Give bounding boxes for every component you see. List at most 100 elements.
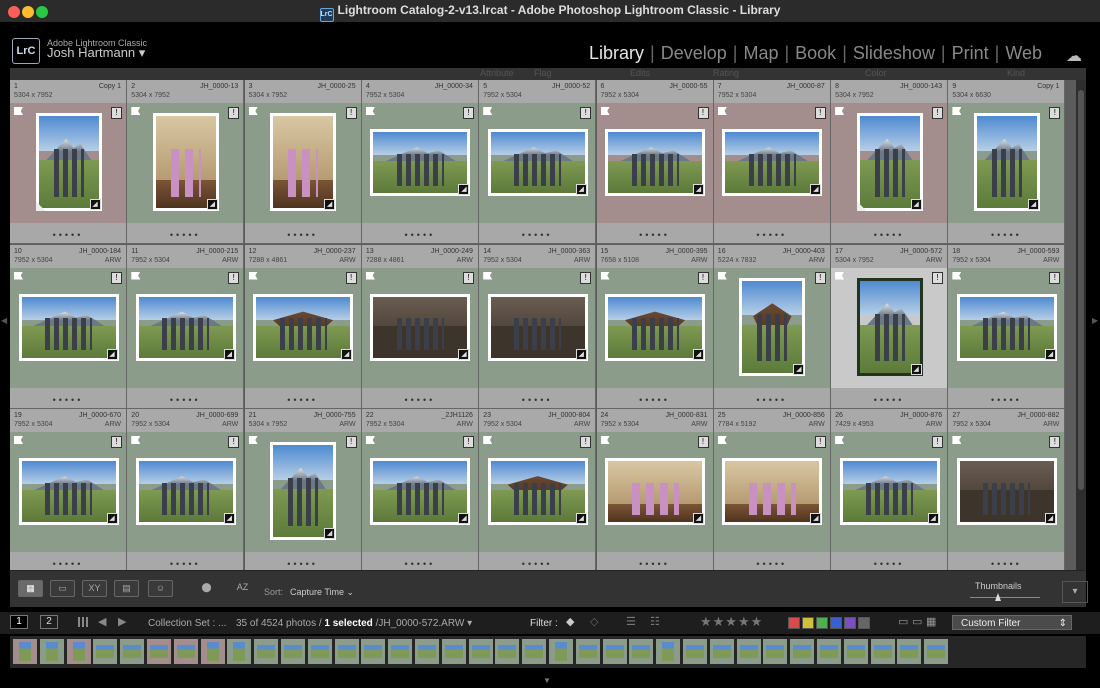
filmstrip-thumbnail[interactable] bbox=[147, 639, 171, 664]
filter-kind[interactable]: Kind bbox=[1007, 68, 1025, 78]
thumbnail-size-slider[interactable] bbox=[970, 597, 1040, 598]
filmstrip-thumbnail[interactable] bbox=[39, 639, 64, 664]
grid-cell[interactable]: 18 JH_0000-593 7952 x 5304 ARW! ••••• ◢ bbox=[948, 244, 1066, 409]
warning-icon[interactable]: ! bbox=[1049, 436, 1061, 448]
pick-flag-icon[interactable] bbox=[248, 107, 258, 115]
rating-dots[interactable]: ••••• bbox=[245, 559, 361, 569]
warning-icon[interactable]: ! bbox=[228, 107, 240, 119]
painter-icon[interactable]: ⬤ bbox=[194, 580, 219, 597]
warning-icon[interactable]: ! bbox=[228, 271, 240, 284]
develop-adjustment-icon[interactable]: ◢ bbox=[106, 348, 118, 360]
develop-adjustment-icon[interactable]: ◢ bbox=[458, 513, 470, 524]
grid-cell[interactable]: 17 JH_0000-572 5304 x 7952 ARW! ••••• ◢ bbox=[831, 244, 949, 409]
grid-cell[interactable]: 27 JH_0000-882 7952 x 5304 ARW! ••••• ◢ bbox=[948, 409, 1066, 570]
right-panel-toggle-icon[interactable]: ▶ bbox=[1092, 316, 1098, 325]
filmstrip-thumbnail[interactable] bbox=[575, 639, 600, 664]
filmstrip-thumbnail[interactable] bbox=[93, 639, 118, 664]
warning-icon[interactable]: ! bbox=[111, 107, 122, 119]
warning-icon[interactable]: ! bbox=[111, 436, 122, 448]
grid-scrollbar-thumb[interactable] bbox=[1078, 90, 1084, 490]
compare-view-button[interactable]: XY bbox=[82, 580, 107, 597]
pick-flag-icon[interactable] bbox=[365, 271, 375, 280]
warning-icon[interactable]: ! bbox=[580, 271, 592, 284]
secondary-window-2-button[interactable]: 2 bbox=[40, 615, 58, 629]
people-view-button[interactable]: ☺ bbox=[148, 580, 173, 597]
filmstrip-thumbnail[interactable] bbox=[763, 639, 788, 664]
filmstrip-thumbnail[interactable] bbox=[602, 639, 627, 664]
filmstrip-thumbnail[interactable] bbox=[13, 639, 37, 664]
pick-flag-icon[interactable] bbox=[600, 107, 610, 115]
grid-cell[interactable]: 7 JH_0000-87 7952 x 5304! ••••• ◢ bbox=[713, 80, 831, 244]
grid-cell[interactable]: 4 JH_0000-34 7952 x 5304! ••••• ◢ bbox=[361, 80, 479, 244]
filmstrip-thumbnail[interactable] bbox=[495, 639, 520, 664]
photo-thumbnail[interactable] bbox=[370, 129, 471, 196]
secondary-window-1-button[interactable]: 1 bbox=[10, 615, 28, 629]
filmstrip-thumbnail[interactable] bbox=[843, 639, 868, 664]
toolbar-options-chevron-icon[interactable]: ▾ bbox=[1062, 581, 1088, 603]
color-label-swatch[interactable] bbox=[802, 617, 814, 629]
rating-dots[interactable]: ••••• bbox=[10, 395, 126, 405]
photo-thumbnail[interactable] bbox=[253, 293, 354, 361]
pick-flag-icon[interactable] bbox=[952, 271, 962, 280]
grid-cell[interactable]: 19 JH_0000-670 7952 x 5304 ARW! ••••• ◢ bbox=[10, 409, 127, 570]
grid-cell[interactable]: 9 Copy 1 5304 x 6630! ••••• ◢ bbox=[948, 80, 1066, 244]
pick-flag-icon[interactable] bbox=[365, 436, 375, 444]
warning-icon[interactable]: ! bbox=[697, 271, 709, 284]
filmstrip-thumbnail[interactable] bbox=[468, 639, 493, 664]
filmstrip-thumbnail[interactable] bbox=[522, 639, 547, 664]
filmstrip-thumbnail[interactable] bbox=[897, 639, 922, 664]
rating-dots[interactable]: ••••• bbox=[127, 559, 243, 569]
color-label-swatch[interactable] bbox=[816, 617, 828, 629]
grid-cell[interactable]: 1 Copy 1 5304 x 7952! ••••• ◢ bbox=[10, 80, 127, 244]
photo-thumbnail[interactable] bbox=[722, 458, 823, 525]
rating-dots[interactable]: ••••• bbox=[831, 230, 947, 240]
photo-thumbnail[interactable] bbox=[856, 277, 923, 376]
filmstrip-thumbnail[interactable] bbox=[683, 639, 707, 664]
kind-filter-icon[interactable]: ▭ bbox=[898, 615, 908, 628]
warning-icon[interactable]: ! bbox=[345, 436, 357, 448]
photo-thumbnail[interactable] bbox=[135, 293, 236, 361]
filmstrip-thumbnail[interactable] bbox=[549, 639, 573, 664]
develop-adjustment-icon[interactable]: ◢ bbox=[575, 184, 587, 195]
filmstrip-thumbnail[interactable] bbox=[790, 639, 815, 664]
develop-adjustment-icon[interactable]: ◢ bbox=[810, 513, 822, 524]
warning-icon[interactable]: ! bbox=[932, 271, 944, 284]
develop-adjustment-icon[interactable]: ◢ bbox=[910, 363, 922, 375]
grid-cell[interactable]: 14 JH_0000-363 7952 x 5304 ARW! ••••• ◢ bbox=[479, 244, 597, 409]
develop-adjustment-icon[interactable]: ◢ bbox=[89, 199, 101, 210]
module-print[interactable]: Print bbox=[952, 43, 989, 63]
custom-filter-dropdown[interactable]: Custom Filter ⇕ bbox=[952, 615, 1072, 630]
grid-cell[interactable]: 26 JH_0000-876 7429 x 4953 ARW! ••••• ◢ bbox=[831, 409, 949, 570]
filmstrip-thumbnail[interactable] bbox=[173, 639, 198, 664]
rating-dots[interactable]: ••••• bbox=[714, 395, 830, 405]
develop-adjustment-icon[interactable]: ◢ bbox=[324, 528, 336, 539]
develop-adjustment-icon[interactable]: ◢ bbox=[810, 184, 822, 195]
sort-direction-icon[interactable]: AZ bbox=[230, 580, 255, 597]
photo-thumbnail[interactable] bbox=[722, 129, 823, 196]
rating-dots[interactable]: ••••• bbox=[948, 559, 1064, 569]
filmstrip-thumbnail[interactable] bbox=[736, 639, 761, 664]
warning-icon[interactable]: ! bbox=[462, 271, 474, 284]
grid-cell[interactable]: 10 JH_0000-184 7952 x 5304 ARW! ••••• ◢ bbox=[10, 244, 127, 409]
warning-icon[interactable]: ! bbox=[345, 107, 357, 119]
forward-arrow-icon[interactable]: ▶ bbox=[118, 615, 126, 628]
loupe-view-button[interactable]: ▭ bbox=[50, 580, 75, 597]
module-slideshow[interactable]: Slideshow bbox=[853, 43, 935, 63]
grid-cell[interactable]: 12 JH_0000-237 7288 x 4861 ARW! ••••• ◢ bbox=[244, 244, 362, 409]
grid-cell[interactable]: 15 JH_0000-395 7658 x 5108 ARW! ••••• ◢ bbox=[596, 244, 714, 409]
pick-flag-icon[interactable] bbox=[952, 107, 962, 115]
rating-dots[interactable]: ••••• bbox=[597, 395, 713, 405]
photo-thumbnail[interactable] bbox=[956, 458, 1057, 525]
pick-flag-icon[interactable] bbox=[14, 107, 23, 115]
rating-dots[interactable]: ••••• bbox=[948, 230, 1064, 240]
pick-flag-icon[interactable] bbox=[600, 436, 610, 444]
pick-flag-icon[interactable] bbox=[14, 436, 23, 444]
pick-flag-icon[interactable] bbox=[131, 107, 141, 115]
develop-adjustment-icon[interactable]: ◢ bbox=[1044, 348, 1056, 360]
photo-thumbnail[interactable] bbox=[270, 442, 337, 540]
back-arrow-icon[interactable]: ◀ bbox=[98, 615, 106, 628]
filter-flag[interactable]: Flag bbox=[534, 68, 552, 78]
grid-cell[interactable]: 2 JH_0000-13 5304 x 7952! ••••• ◢ bbox=[127, 80, 245, 244]
survey-view-button[interactable]: ▤ bbox=[114, 580, 139, 597]
filter-rating[interactable]: Rating bbox=[713, 68, 739, 78]
